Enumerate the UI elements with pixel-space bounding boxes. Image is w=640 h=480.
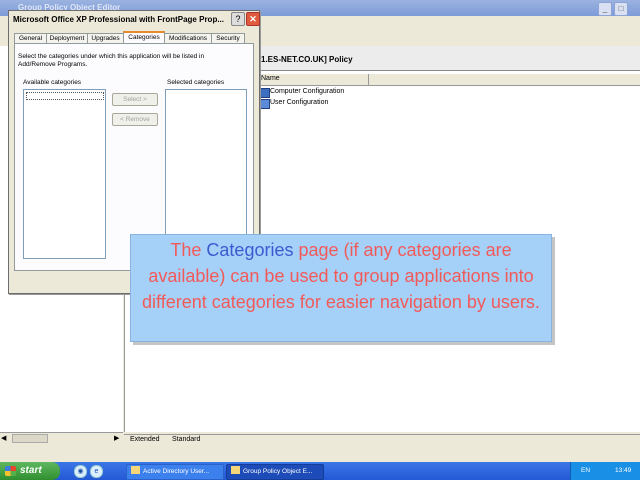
taskbar: start ◉ e Active Directory User... Group… <box>0 462 640 480</box>
quicklaunch-icon[interactable]: ◉ <box>74 465 87 478</box>
tab-standard[interactable]: Standard <box>172 436 200 443</box>
callout-highlight: Categories <box>206 240 294 260</box>
window-icon <box>231 466 240 474</box>
callout-text-start: The <box>170 240 207 260</box>
windows-logo-icon <box>5 466 16 476</box>
view-tabs: Extended Standard <box>124 434 640 445</box>
list-item-label: Computer Configuration <box>270 88 345 95</box>
policy-title: 1.ES-NET.CO.UK] Policy <box>261 55 353 64</box>
system-tray: EN 13:49 <box>570 462 640 480</box>
scroll-left-arrow-icon[interactable]: ◀ <box>1 434 6 442</box>
available-categories-label: Available categories <box>23 79 82 86</box>
dialog-titlebar[interactable]: Microsoft Office XP Professional with Fr… <box>9 11 260 27</box>
start-label: start <box>20 465 42 476</box>
taskbar-button-group-policy[interactable]: Group Policy Object E... <box>226 464 324 480</box>
list-focus-row[interactable] <box>26 92 104 100</box>
tree-horizontal-scrollbar[interactable]: ◀ ▶ <box>0 432 123 443</box>
dialog-title: Microsoft Office XP Professional with Fr… <box>13 15 224 24</box>
window-icon <box>131 466 140 474</box>
tab-extended[interactable]: Extended <box>130 436 160 443</box>
instructions-text: Select the categories under which this a… <box>18 53 205 68</box>
user-icon <box>260 99 270 109</box>
language-indicator[interactable]: EN <box>581 462 590 480</box>
selected-categories-label: Selected categories <box>167 79 225 86</box>
close-button[interactable]: ✕ <box>246 12 260 26</box>
computer-icon <box>260 88 270 98</box>
remove-button[interactable]: < Remove <box>112 113 158 126</box>
list-item-label: User Configuration <box>270 99 329 106</box>
column-divider[interactable] <box>368 74 369 85</box>
callout-text: The Categories page (if any categories a… <box>131 237 551 315</box>
maximize-button[interactable]: □ <box>614 2 628 16</box>
select-button[interactable]: Select > <box>112 93 158 106</box>
available-categories-list[interactable] <box>23 89 106 259</box>
internet-explorer-icon[interactable]: e <box>90 465 103 478</box>
clock[interactable]: 13:49 <box>615 462 631 480</box>
column-name-header[interactable]: Name <box>261 75 280 82</box>
help-button[interactable]: ? <box>231 12 245 26</box>
minimize-button[interactable]: _ <box>598 2 612 16</box>
start-button[interactable]: start <box>0 462 60 480</box>
taskbar-button-label: Group Policy Object E... <box>243 468 313 475</box>
taskbar-button-label: Active Directory User... <box>143 468 210 475</box>
tutorial-callout: The Categories page (if any categories a… <box>130 234 552 342</box>
scroll-right-arrow-icon[interactable]: ▶ <box>114 434 119 442</box>
taskbar-button-active-directory[interactable]: Active Directory User... <box>126 464 224 480</box>
column-header[interactable]: Name <box>258 74 640 86</box>
scrollbar-thumb[interactable] <box>12 434 48 443</box>
